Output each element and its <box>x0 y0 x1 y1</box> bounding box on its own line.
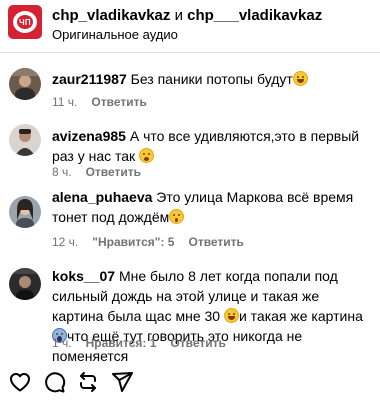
likes-count[interactable]: Нравится: 1 <box>86 336 157 350</box>
reply-button[interactable]: Ответить <box>188 235 243 249</box>
grinning-face-emoji-icon <box>139 148 155 163</box>
comment-meta: 11 ч. Ответить <box>52 95 161 109</box>
heart-icon[interactable] <box>8 370 32 394</box>
astonished-emoji-icon <box>169 209 185 224</box>
comment-username[interactable]: avizena985 <box>52 128 126 144</box>
avatar[interactable] <box>9 196 41 228</box>
reply-button[interactable]: Ответить <box>91 95 146 109</box>
comment-text: Без паники потопы будут <box>130 71 293 87</box>
audio-label[interactable]: Оригинальное аудио <box>52 27 178 42</box>
account-link-1[interactable]: chp_vladikavkaz <box>52 7 170 24</box>
comment-item: koks__07 Мне было 8 лет когда попали под… <box>0 262 380 364</box>
account-link-2[interactable]: chp___vladikavkaz <box>187 7 322 24</box>
comment-meta: 1 ч. Нравится: 1 Ответить <box>52 336 240 350</box>
share-icon[interactable] <box>110 370 134 394</box>
logo-text: ЧП <box>19 18 31 27</box>
reply-button[interactable]: Ответить <box>86 165 141 179</box>
comment-item: alena_puhaeva Это улица Маркова всё врем… <box>0 186 380 252</box>
comment-time: 12 ч. <box>52 235 79 249</box>
comment-item: avizena985 А что все удивляются,это в пе… <box>0 120 380 179</box>
comment-body: koks__07 Мне было 8 лет когда попали под… <box>52 266 370 366</box>
title-joiner: и <box>170 7 188 24</box>
likes-count[interactable]: "Нравится": 5 <box>92 235 174 249</box>
comment-username[interactable]: koks__07 <box>52 268 115 284</box>
post-title: chp_vladikavkaz и chp___vladikavkaz <box>52 7 322 24</box>
comment-time: 11 ч. <box>52 95 78 109</box>
comment-username[interactable]: alena_puhaeva <box>52 189 152 205</box>
comment-username[interactable]: zaur211987 <box>52 71 127 87</box>
action-bar <box>0 366 380 398</box>
grinning-sweat-emoji-icon <box>292 71 308 86</box>
comment-meta: 8 ч. Ответить <box>52 165 155 179</box>
comment-body: alena_puhaeva Это улица Маркова всё врем… <box>52 187 370 227</box>
avatar[interactable] <box>9 68 41 100</box>
comment-time: 1 ч. <box>52 336 72 350</box>
avatar[interactable] <box>9 124 41 156</box>
comment-item: zaur211987 Без паники потопы будут 11 ч.… <box>0 60 380 114</box>
comment-icon[interactable] <box>42 370 66 394</box>
repost-icon[interactable] <box>76 370 100 394</box>
comment-meta: 12 ч. "Нравится": 5 Ответить <box>52 235 258 249</box>
comment-text-part: и такая же картина <box>238 308 363 324</box>
post-header: ЧП chp_vladikavkaz и chp___vladikavkaz О… <box>0 0 380 46</box>
divider <box>0 52 380 53</box>
comment-body: zaur211987 Без паники потопы будут <box>52 69 370 89</box>
avatar[interactable] <box>9 268 41 300</box>
account-avatar[interactable]: ЧП <box>8 5 42 39</box>
grinning-sweat-emoji-icon <box>223 308 239 323</box>
comment-body: avizena985 А что все удивляются,это в пе… <box>52 126 370 166</box>
reply-button[interactable]: Ответить <box>170 336 225 350</box>
comment-time: 8 ч. <box>52 165 72 179</box>
